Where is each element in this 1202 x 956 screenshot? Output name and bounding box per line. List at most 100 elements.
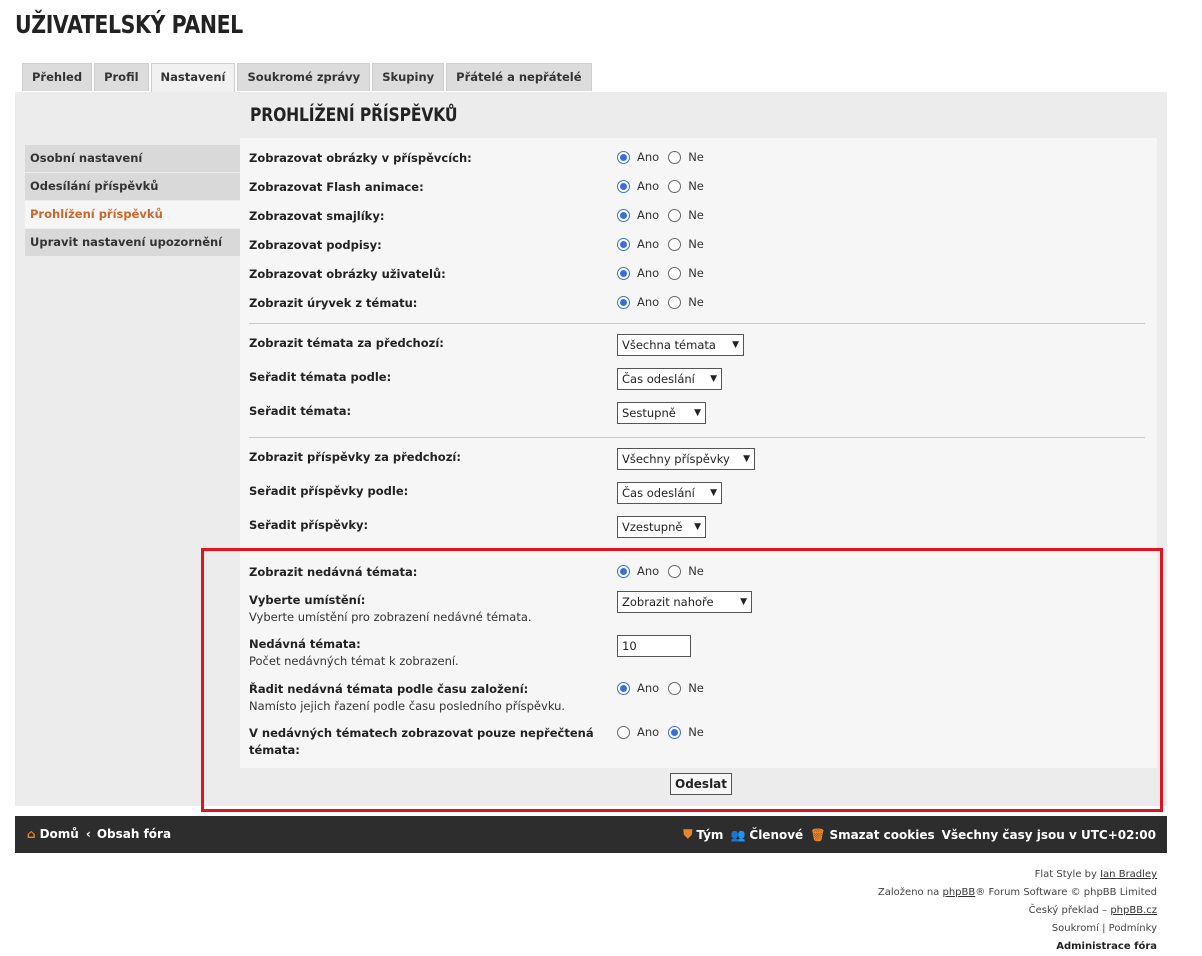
sidebar-item-posting[interactable]: Odesílání příspěvků	[25, 173, 240, 200]
tab-overview[interactable]: Přehled	[22, 63, 93, 91]
topic-order-select[interactable]: Sestupně ▼	[617, 402, 706, 424]
tab-bar: Přehled Profil Nastavení Soukromé zprávy…	[22, 63, 594, 93]
tab-profile[interactable]: Profil	[94, 63, 149, 91]
sidebar-item-viewing[interactable]: Prohlížení příspěvků	[25, 201, 240, 228]
radio-yes[interactable]	[617, 725, 630, 739]
select-value: Vzestupně	[622, 520, 683, 534]
radio-yes-label: Ano	[637, 725, 660, 739]
radio-yes[interactable]	[617, 266, 630, 280]
sidebar-item-personal[interactable]: Osobní nastavení	[25, 145, 240, 172]
radio-no-label: Ne	[688, 725, 704, 739]
chevron-down-icon: ▼	[694, 408, 701, 418]
post-days-select[interactable]: Všechny příspěvky ▼	[617, 448, 755, 470]
radio-no[interactable]	[668, 179, 682, 193]
radio-yes-label: Ano	[637, 681, 660, 695]
shield-icon: ⛊	[683, 827, 693, 841]
setting-label: V nedávných tématech zobrazovat pouze ne…	[249, 726, 594, 757]
setting-label: Řadit nedávná témata podle času založení…	[249, 681, 604, 715]
credits-powered-text: Založeno na	[877, 887, 940, 898]
radio-no-label: Ne	[688, 266, 704, 280]
radio-yes[interactable]	[617, 237, 630, 251]
tab-groups[interactable]: Skupiny	[372, 63, 445, 91]
radio-no-label: Ne	[688, 295, 704, 309]
settings-form: Zobrazovat obrázky v příspěvcích: Ano Ne…	[240, 138, 1157, 768]
settings-panel: Osobní nastavení Odesílání příspěvků Pro…	[15, 92, 1167, 806]
tab-settings[interactable]: Nastavení	[150, 63, 236, 93]
topic-sortby-select[interactable]: Čas odeslání ▼	[617, 368, 722, 390]
post-sortby-select[interactable]: Čas odeslání ▼	[617, 482, 722, 504]
home-icon: ⌂	[27, 827, 36, 841]
setting-label: Seřadit příspěvky:	[249, 518, 369, 532]
tab-friends-foes[interactable]: Přátelé a nepřátelé	[446, 63, 592, 91]
chevron-down-icon: ▼	[694, 522, 701, 532]
chevron-down-icon: ▼	[740, 597, 747, 607]
members-link[interactable]: Členové	[749, 828, 803, 842]
radio-yes-label: Ano	[637, 208, 660, 222]
select-value: Všechny příspěvky	[622, 452, 730, 466]
setting-description: Vyberte umístění pro zobrazení nedávné t…	[249, 610, 532, 624]
topic-days-select[interactable]: Všechna témata ▼	[617, 334, 744, 356]
chevron-down-icon: ▼	[710, 488, 717, 498]
setting-label: Zobrazovat smajlíky:	[249, 209, 385, 223]
recent-count-input[interactable]: 10	[617, 635, 691, 657]
radio-yes-label: Ano	[637, 266, 660, 280]
admin-link[interactable]: Administrace fóra	[878, 938, 1157, 956]
translation-link[interactable]: phpBB.cz	[1110, 905, 1157, 916]
setting-label: Zobrazovat Flash animace:	[249, 180, 424, 194]
radio-yes-label: Ano	[637, 237, 660, 251]
submit-button[interactable]: Odeslat	[670, 773, 733, 795]
setting-label: Seřadit témata podle:	[249, 370, 392, 384]
sidebar: Osobní nastavení Odesílání příspěvků Pro…	[25, 145, 240, 257]
recent-location-select[interactable]: Zobrazit nahoře ▼	[617, 591, 752, 613]
sidebar-item-notifications[interactable]: Upravit nastavení upozornění	[25, 229, 240, 256]
radio-no-label: Ne	[688, 564, 704, 578]
radio-yes[interactable]	[617, 179, 630, 193]
radio-yes[interactable]	[617, 564, 630, 578]
radio-no[interactable]	[668, 208, 682, 222]
credits-powered-suffix: ® Forum Software © phpBB Limited	[975, 887, 1157, 898]
radio-no[interactable]	[668, 150, 682, 164]
select-value: Zobrazit nahoře	[622, 595, 714, 609]
setting-description: Namísto jejich řazení podle času posledn…	[249, 699, 566, 713]
chevron-down-icon: ▼	[743, 454, 750, 464]
divider	[249, 437, 1145, 438]
radio-no[interactable]	[668, 681, 682, 695]
radio-yes[interactable]	[617, 150, 630, 164]
tab-private-messages[interactable]: Soukromé zprávy	[237, 63, 371, 91]
radio-no-label: Ne	[688, 179, 704, 193]
delete-cookies-link[interactable]: Smazat cookies	[829, 828, 934, 842]
terms-link[interactable]: Podmínky	[1109, 923, 1157, 934]
page-title: UŽIVATELSKÝ PANEL	[15, 10, 243, 39]
setting-label-title: Vyberte umístění:	[249, 593, 366, 607]
chevron-down-icon: ▼	[732, 340, 739, 350]
setting-label: Zobrazit příspěvky za předchozí:	[249, 450, 461, 464]
board-index-link[interactable]: Obsah fóra	[97, 827, 171, 841]
style-author-link[interactable]: Ian Bradley	[1100, 869, 1157, 880]
radio-yes[interactable]	[617, 208, 630, 222]
phpbb-link[interactable]: phpBB	[943, 887, 976, 898]
team-link[interactable]: Tým	[696, 828, 723, 842]
setting-label: Zobrazovat podpisy:	[249, 238, 382, 252]
radio-yes[interactable]	[617, 295, 630, 309]
radio-no[interactable]	[668, 725, 682, 739]
setting-label: Zobrazit úryvek z tématu:	[249, 296, 418, 310]
radio-no[interactable]	[668, 237, 682, 251]
home-link[interactable]: Domů	[40, 827, 79, 841]
radio-no[interactable]	[668, 564, 682, 578]
radio-yes-label: Ano	[637, 564, 660, 578]
select-value: Čas odeslání	[622, 372, 695, 386]
setting-label: Zobrazovat obrázky uživatelů:	[249, 267, 446, 281]
users-icon: 👥	[730, 827, 746, 842]
chevron-down-icon: ▼	[710, 374, 717, 384]
credits-translation-text: Český překlad –	[1028, 905, 1108, 916]
post-order-select[interactable]: Vzestupně ▼	[617, 516, 706, 538]
radio-no-label: Ne	[688, 681, 704, 695]
footer-nav: ⌂ Domů ‹ Obsah fóra ⛊ Tým 👥 Členové 🗑 Sm…	[15, 816, 1167, 853]
radio-no[interactable]	[668, 295, 682, 309]
radio-yes[interactable]	[617, 681, 630, 695]
breadcrumb-separator-icon: ‹	[85, 827, 91, 841]
divider	[249, 323, 1145, 324]
setting-label-title: Nedávná témata:	[249, 637, 361, 651]
privacy-link[interactable]: Soukromí	[1052, 923, 1099, 934]
radio-no[interactable]	[668, 266, 682, 280]
